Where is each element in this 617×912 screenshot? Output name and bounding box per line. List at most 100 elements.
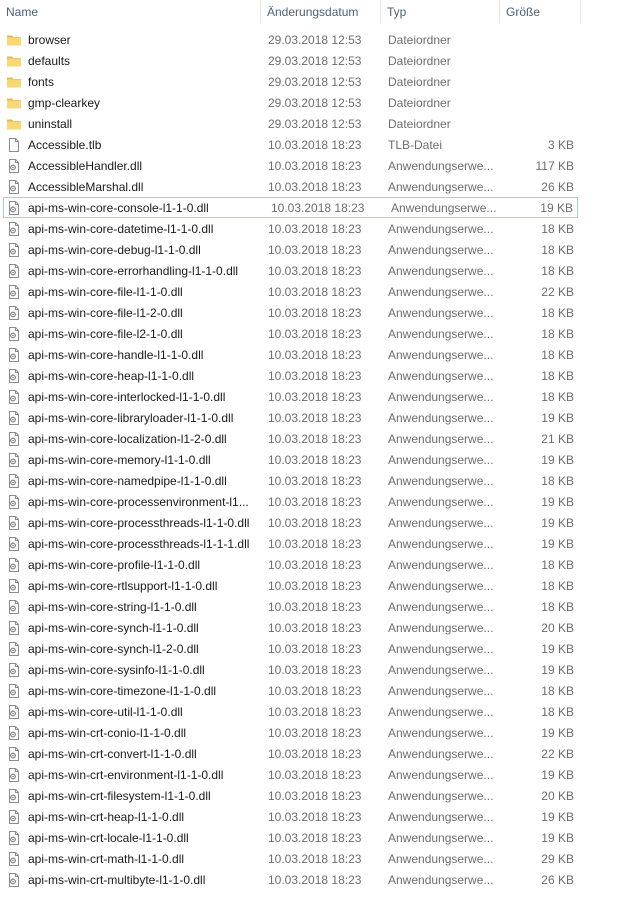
file-row[interactable]: api-ms-win-core-rtlsupport-l1-1-0.dll 10.…	[0, 575, 581, 596]
file-name-cell: api-ms-win-core-console-l1-1-0.dll	[4, 200, 265, 216]
file-row[interactable]: gmp-clearkey 29.03.2018 12:53 Dateiordner	[0, 92, 581, 113]
file-type: Anwendungserwe...	[388, 683, 494, 698]
file-row[interactable]: api-ms-win-core-datetime-l1-1-0.dll 10.03…	[0, 218, 581, 239]
file-row[interactable]: api-ms-win-crt-multibyte-l1-1-0.dll 10.03…	[0, 869, 581, 890]
file-row[interactable]: api-ms-win-core-libraryloader-l1-1-0.dll…	[0, 407, 581, 428]
file-date: 10.03.2018 18:23	[268, 368, 362, 383]
dll-icon	[6, 683, 22, 699]
file-row[interactable]: api-ms-win-core-string-l1-1-0.dll 10.03.2…	[0, 596, 581, 617]
file-name-cell: api-ms-win-core-string-l1-1-0.dll	[1, 599, 262, 615]
file-row[interactable]: api-ms-win-core-sysinfo-l1-1-0.dll 10.03.…	[0, 659, 581, 680]
file-date: 10.03.2018 18:23	[268, 284, 362, 299]
file-size: 18 KB	[541, 578, 574, 593]
dll-icon	[6, 704, 22, 720]
file-name-cell: api-ms-win-crt-heap-l1-1-0.dll	[1, 809, 262, 825]
file-row[interactable]: api-ms-win-core-processthreads-l1-1-1.dl…	[0, 533, 581, 554]
file-name-cell: api-ms-win-core-profile-l1-1-0.dll	[1, 557, 262, 573]
dll-icon	[6, 305, 22, 321]
file-row[interactable]: api-ms-win-crt-environment-l1-1-0.dll 10.…	[0, 764, 581, 785]
file-name-cell: defaults	[1, 53, 262, 69]
file-date: 29.03.2018 12:53	[268, 74, 362, 89]
file-list: browser 29.03.2018 12:53 Dateiordner defaul…	[0, 29, 581, 890]
file-size: 18 KB	[541, 389, 574, 404]
file-name-cell: uninstall	[1, 116, 262, 132]
file-row[interactable]: api-ms-win-core-util-l1-1-0.dll 10.03.201…	[0, 701, 581, 722]
file-name: api-ms-win-core-rtlsupport-l1-1-0.dll	[28, 578, 218, 593]
file-name: api-ms-win-crt-conio-l1-1-0.dll	[28, 725, 187, 740]
file-row[interactable]: api-ms-win-crt-math-l1-1-0.dll 10.03.2018…	[0, 848, 581, 869]
file-type: Anwendungserwe...	[388, 830, 494, 845]
file-size: 19 KB	[541, 662, 574, 677]
column-header-type[interactable]: Typ	[381, 0, 500, 24]
file-date: 10.03.2018 18:23	[268, 410, 362, 425]
file-name-cell: api-ms-win-core-file-l2-1-0.dll	[1, 326, 262, 342]
column-header-name-label: Name	[6, 5, 39, 19]
dll-icon	[6, 872, 22, 888]
file-date: 10.03.2018 18:23	[268, 725, 362, 740]
file-row[interactable]: api-ms-win-core-localization-l1-2-0.dll 1…	[0, 428, 581, 449]
file-name: api-ms-win-crt-locale-l1-1-0.dll	[28, 830, 189, 845]
file-name: api-ms-win-crt-filesystem-l1-1-0.dll	[28, 788, 211, 803]
file-row[interactable]: fonts 29.03.2018 12:53 Dateiordner	[0, 71, 581, 92]
file-name-cell: api-ms-win-crt-convert-l1-1-0.dll	[1, 746, 262, 762]
file-row[interactable]: defaults 29.03.2018 12:53 Dateiordner	[0, 50, 581, 71]
column-header-size[interactable]: Größe	[500, 0, 581, 24]
file-row[interactable]: api-ms-win-core-memory-l1-1-0.dll 10.03.2…	[0, 449, 581, 470]
file-row[interactable]: AccessibleMarshal.dll 10.03.2018 18:23 Anw…	[0, 176, 581, 197]
column-header-date[interactable]: Änderungsdatum	[261, 0, 381, 24]
file-date: 10.03.2018 18:23	[268, 431, 362, 446]
file-name: browser	[28, 32, 71, 47]
file-size: 22 KB	[541, 746, 574, 761]
file-name-cell: api-ms-win-core-file-l1-1-0.dll	[1, 284, 262, 300]
file-row[interactable]: uninstall 29.03.2018 12:53 Dateiordner	[0, 113, 581, 134]
file-name-cell: api-ms-win-core-processthreads-l1-1-1.dl…	[1, 536, 262, 552]
file-row[interactable]: api-ms-win-crt-convert-l1-1-0.dll 10.03.2…	[0, 743, 581, 764]
file-date: 10.03.2018 18:23	[268, 179, 362, 194]
file-row[interactable]: api-ms-win-core-synch-l1-1-0.dll 10.03.20…	[0, 617, 581, 638]
file-row[interactable]: browser 29.03.2018 12:53 Dateiordner	[0, 29, 581, 50]
file-name: api-ms-win-crt-convert-l1-1-0.dll	[28, 746, 197, 761]
file-row[interactable]: api-ms-win-crt-conio-l1-1-0.dll 10.03.201…	[0, 722, 581, 743]
file-size: 18 KB	[541, 326, 574, 341]
file-row[interactable]: api-ms-win-crt-heap-l1-1-0.dll 10.03.2018…	[0, 806, 581, 827]
file-row[interactable]: api-ms-win-crt-filesystem-l1-1-0.dll 10.0…	[0, 785, 581, 806]
file-row[interactable]: api-ms-win-core-errorhandling-l1-1-0.dll…	[0, 260, 581, 281]
file-size: 19 KB	[541, 641, 574, 656]
file-row[interactable]: api-ms-win-core-file-l1-2-0.dll 10.03.201…	[0, 302, 581, 323]
file-size: 18 KB	[541, 557, 574, 572]
file-row[interactable]: api-ms-win-core-debug-l1-1-0.dll 10.03.20…	[0, 239, 581, 260]
file-name: api-ms-win-core-processenvironment-l1...	[28, 494, 249, 509]
file-date: 10.03.2018 18:23	[268, 494, 362, 509]
file-name: api-ms-win-core-localization-l1-2-0.dll	[28, 431, 227, 446]
file-size: 18 KB	[541, 305, 574, 320]
column-header-name[interactable]: Name ^	[0, 0, 261, 24]
file-row[interactable]: Accessible.tlb 10.03.2018 18:23 TLB-Datei 3…	[0, 134, 581, 155]
file-row[interactable]: api-ms-win-core-synch-l1-2-0.dll 10.03.20…	[0, 638, 581, 659]
file-date: 10.03.2018 18:23	[268, 389, 362, 404]
file-row[interactable]: api-ms-win-crt-locale-l1-1-0.dll 10.03.20…	[0, 827, 581, 848]
file-row[interactable]: api-ms-win-core-timezone-l1-1-0.dll 10.03…	[0, 680, 581, 701]
file-type: Anwendungserwe...	[388, 326, 494, 341]
file-date: 10.03.2018 18:23	[268, 683, 362, 698]
file-row[interactable]: api-ms-win-core-processenvironment-l1...…	[0, 491, 581, 512]
file-row[interactable]: api-ms-win-core-interlocked-l1-1-0.dll 10…	[0, 386, 581, 407]
file-row[interactable]: api-ms-win-core-heap-l1-1-0.dll 10.03.201…	[0, 365, 581, 386]
file-row[interactable]: api-ms-win-core-processthreads-l1-1-0.dl…	[0, 512, 581, 533]
file-date: 10.03.2018 18:23	[268, 158, 362, 173]
file-row[interactable]: AccessibleHandler.dll 10.03.2018 18:23 Anw…	[0, 155, 581, 176]
file-row[interactable]: api-ms-win-core-file-l2-1-0.dll 10.03.201…	[0, 323, 581, 344]
file-row[interactable]: api-ms-win-core-namedpipe-l1-1-0.dll 10.0…	[0, 470, 581, 491]
file-row[interactable]: api-ms-win-core-file-l1-1-0.dll 10.03.201…	[0, 281, 581, 302]
file-row[interactable]: api-ms-win-core-handle-l1-1-0.dll 10.03.2…	[0, 344, 581, 365]
file-type: Anwendungserwe...	[388, 641, 494, 656]
file-name: api-ms-win-core-interlocked-l1-1-0.dll	[28, 389, 226, 404]
file-size: 19 KB	[541, 767, 574, 782]
file-date: 10.03.2018 18:23	[268, 305, 362, 320]
file-size: 19 KB	[541, 536, 574, 551]
file-name-cell: api-ms-win-core-datetime-l1-1-0.dll	[1, 221, 262, 237]
file-size: 19 KB	[541, 515, 574, 530]
file-row[interactable]: api-ms-win-core-profile-l1-1-0.dll 10.03.…	[0, 554, 581, 575]
file-row-focused[interactable]: api-ms-win-core-console-l1-1-0.dll 10.03.…	[3, 197, 578, 218]
file-size: 29 KB	[541, 851, 574, 866]
file-date: 10.03.2018 18:23	[268, 830, 362, 845]
